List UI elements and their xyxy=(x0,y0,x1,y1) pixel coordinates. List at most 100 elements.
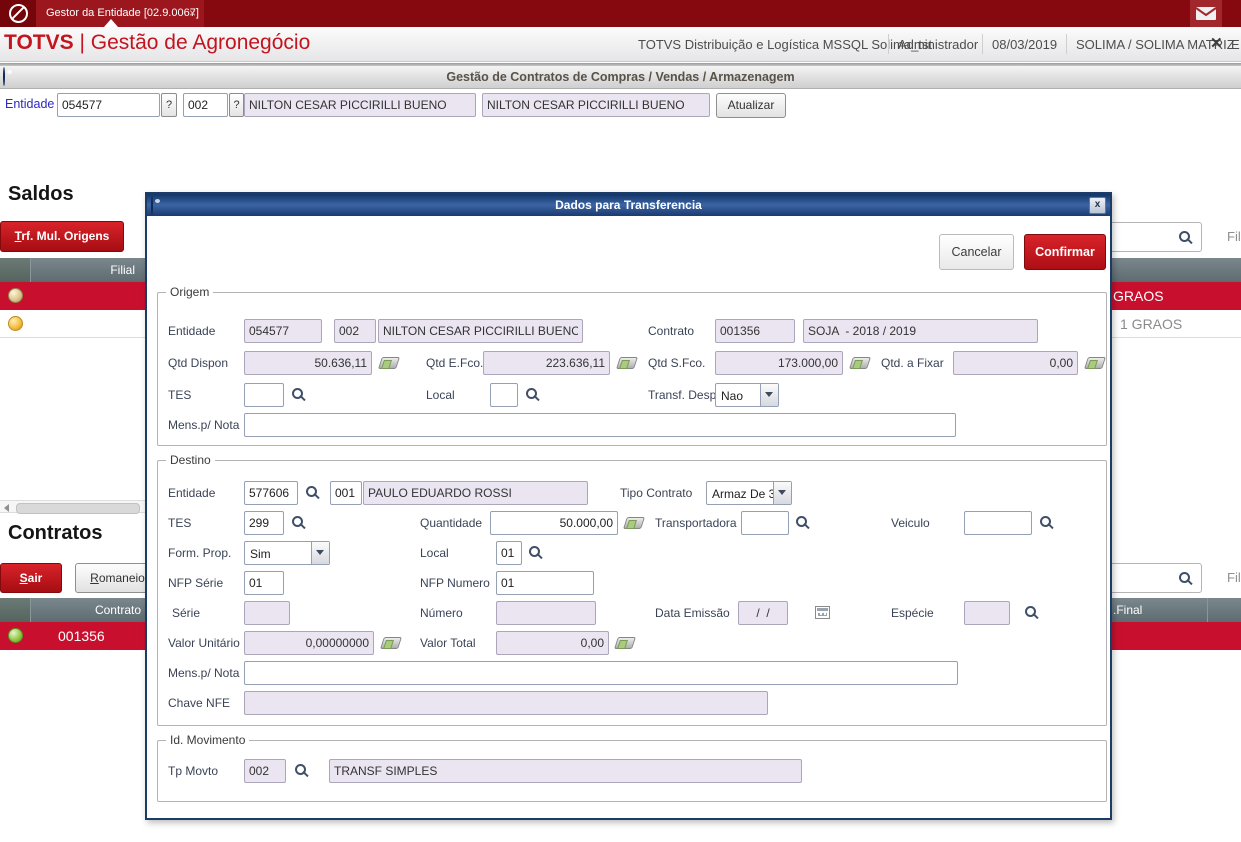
nfp-serie-input[interactable] xyxy=(244,571,284,595)
data-emissao-field[interactable] xyxy=(738,601,788,625)
contratos-search-icon[interactable] xyxy=(1179,572,1190,583)
entity-store-help-button[interactable]: ? xyxy=(229,93,244,117)
saldos-heading: Saldos xyxy=(8,183,74,205)
veiculo-input[interactable] xyxy=(964,511,1032,535)
dialog-title-bar[interactable]: Dados para Transferencia x xyxy=(147,194,1110,216)
local-lookup-icon[interactable] xyxy=(529,546,540,557)
transf-despesa-select[interactable]: Nao xyxy=(715,383,779,407)
calculator-icon[interactable] xyxy=(378,357,400,369)
qtd-fixar-label: Qtd. a Fixar xyxy=(881,356,944,370)
calculator-icon[interactable] xyxy=(1084,357,1106,369)
cancel-button[interactable]: Cancelar xyxy=(939,234,1014,270)
dialog-close-button[interactable]: x xyxy=(1089,197,1106,214)
destino-mens-label: Mens.p/ Nota xyxy=(168,666,240,680)
origem-local-input[interactable] xyxy=(490,383,518,407)
especie-lookup-icon[interactable] xyxy=(1025,606,1036,617)
entity-name2-field xyxy=(482,93,710,117)
contratos-header-status-col xyxy=(0,598,31,622)
totvs-logo-icon xyxy=(8,4,28,23)
entidade-lookup-icon[interactable] xyxy=(306,486,317,497)
user-label: Administrador xyxy=(898,37,979,52)
confirm-button[interactable]: Confirmar xyxy=(1024,234,1106,270)
saldos-header-status-col xyxy=(0,258,31,282)
sair-button[interactable]: Sair xyxy=(0,563,62,593)
saldos-row-fragment: 1 GRAOS xyxy=(1120,316,1183,332)
contratos-filter-fragment[interactable]: Fil xyxy=(1227,570,1241,585)
chevron-down-icon[interactable] xyxy=(760,384,778,406)
window-tab-title: Gestor da Entidade [02.9.0067] xyxy=(46,7,199,19)
saldos-filter-fragment[interactable]: Fil xyxy=(1227,229,1241,244)
form-prop-select[interactable]: Sim xyxy=(244,541,330,565)
mail-icon xyxy=(1196,7,1216,20)
serie-field xyxy=(244,601,290,625)
entity-code-input[interactable] xyxy=(57,93,160,117)
destino-entidade-input[interactable] xyxy=(244,481,298,505)
origem-tes-input[interactable] xyxy=(244,383,284,407)
chevron-down-icon[interactable] xyxy=(773,482,791,504)
nfp-numero-input[interactable] xyxy=(496,571,594,595)
divider xyxy=(982,34,983,54)
totvs-logo xyxy=(0,0,36,27)
local-lookup-icon[interactable] xyxy=(526,388,537,399)
trf-mul-origens-button[interactable]: Trf. Mul. Origens xyxy=(0,221,124,252)
origem-entidade-label: Entidade xyxy=(168,324,216,338)
qtd-sfco-label: Qtd S.Fco. xyxy=(648,356,706,370)
contratos-header-contrato[interactable]: Contrato xyxy=(35,603,141,617)
tp-movto-desc-field xyxy=(329,759,802,783)
veiculo-lookup-icon[interactable] xyxy=(1040,516,1051,527)
brand-app-name: | Gestão de Agronegócio xyxy=(79,31,311,54)
saldos-row-fragment: GRAOS xyxy=(1113,288,1164,304)
column-divider xyxy=(1207,598,1208,622)
origem-fieldset: Origem Entidade Contrato Qtd Dispon Qtd … xyxy=(157,285,1107,446)
tes-lookup-icon[interactable] xyxy=(292,516,303,527)
entity-name-field xyxy=(244,93,476,117)
tab-close-icon[interactable]: × xyxy=(189,0,196,27)
calculator-icon[interactable] xyxy=(616,357,638,369)
nfp-serie-label: NFP Série xyxy=(168,576,224,590)
qtd-dispon-label: Qtd Dispon xyxy=(168,356,229,370)
origem-entidade-code xyxy=(244,319,322,343)
calculator-icon[interactable] xyxy=(849,357,871,369)
destino-tes-label: TES xyxy=(168,516,192,530)
origem-contrato-code xyxy=(715,319,795,343)
chave-nfe-label: Chave NFE xyxy=(168,696,231,710)
quantidade-input[interactable] xyxy=(490,511,618,535)
nfp-numero-label: NFP Numero xyxy=(420,576,490,590)
scrollbar-thumb[interactable] xyxy=(16,503,140,514)
especie-field[interactable] xyxy=(964,601,1010,625)
entity-store-input[interactable] xyxy=(183,93,228,117)
refresh-button[interactable]: Atualizar xyxy=(716,93,786,118)
origem-mens-input[interactable] xyxy=(244,413,956,437)
entity-help-button[interactable]: ? xyxy=(161,93,177,117)
origem-contrato-desc xyxy=(803,319,1038,343)
destino-tes-input[interactable] xyxy=(244,511,284,535)
tes-lookup-icon[interactable] xyxy=(292,388,303,399)
origem-entidade-loja xyxy=(334,319,376,343)
saldos-search-icon[interactable] xyxy=(1179,231,1190,242)
saldos-header-filial[interactable]: Filial xyxy=(35,263,135,277)
quantidade-label: Quantidade xyxy=(420,516,483,530)
tp-movto-field[interactable] xyxy=(244,759,286,783)
brand-totvs: TOTVS xyxy=(4,31,74,54)
transportadora-input[interactable] xyxy=(741,511,789,535)
scroll-left-icon[interactable] xyxy=(4,504,9,512)
destino-loja-input[interactable] xyxy=(330,481,362,505)
destino-mens-input[interactable] xyxy=(244,661,958,685)
saldos-horizontal-scrollbar[interactable] xyxy=(0,500,145,514)
destino-local-input[interactable] xyxy=(496,541,522,565)
transportadora-lookup-icon[interactable] xyxy=(796,516,807,527)
divider xyxy=(1066,34,1067,54)
mail-button[interactable] xyxy=(1190,0,1222,27)
calculator-icon[interactable] xyxy=(614,637,636,649)
calculator-icon[interactable] xyxy=(623,517,645,529)
tipo-contrato-select[interactable]: Armaz De 3 xyxy=(706,481,792,505)
window-tab[interactable]: Gestor da Entidade [02.9.0067] × xyxy=(36,0,204,27)
contratos-header-final-fragment[interactable]: .Final xyxy=(1113,603,1142,617)
calculator-icon[interactable] xyxy=(380,637,402,649)
qtd-sfco-field xyxy=(715,351,843,375)
tp-movto-lookup-icon[interactable] xyxy=(295,764,306,775)
close-app-icon[interactable]: ✕ xyxy=(1210,34,1223,52)
chevron-down-icon[interactable] xyxy=(311,542,329,564)
status-dot-icon xyxy=(8,628,23,643)
calendar-icon[interactable] xyxy=(815,606,830,619)
